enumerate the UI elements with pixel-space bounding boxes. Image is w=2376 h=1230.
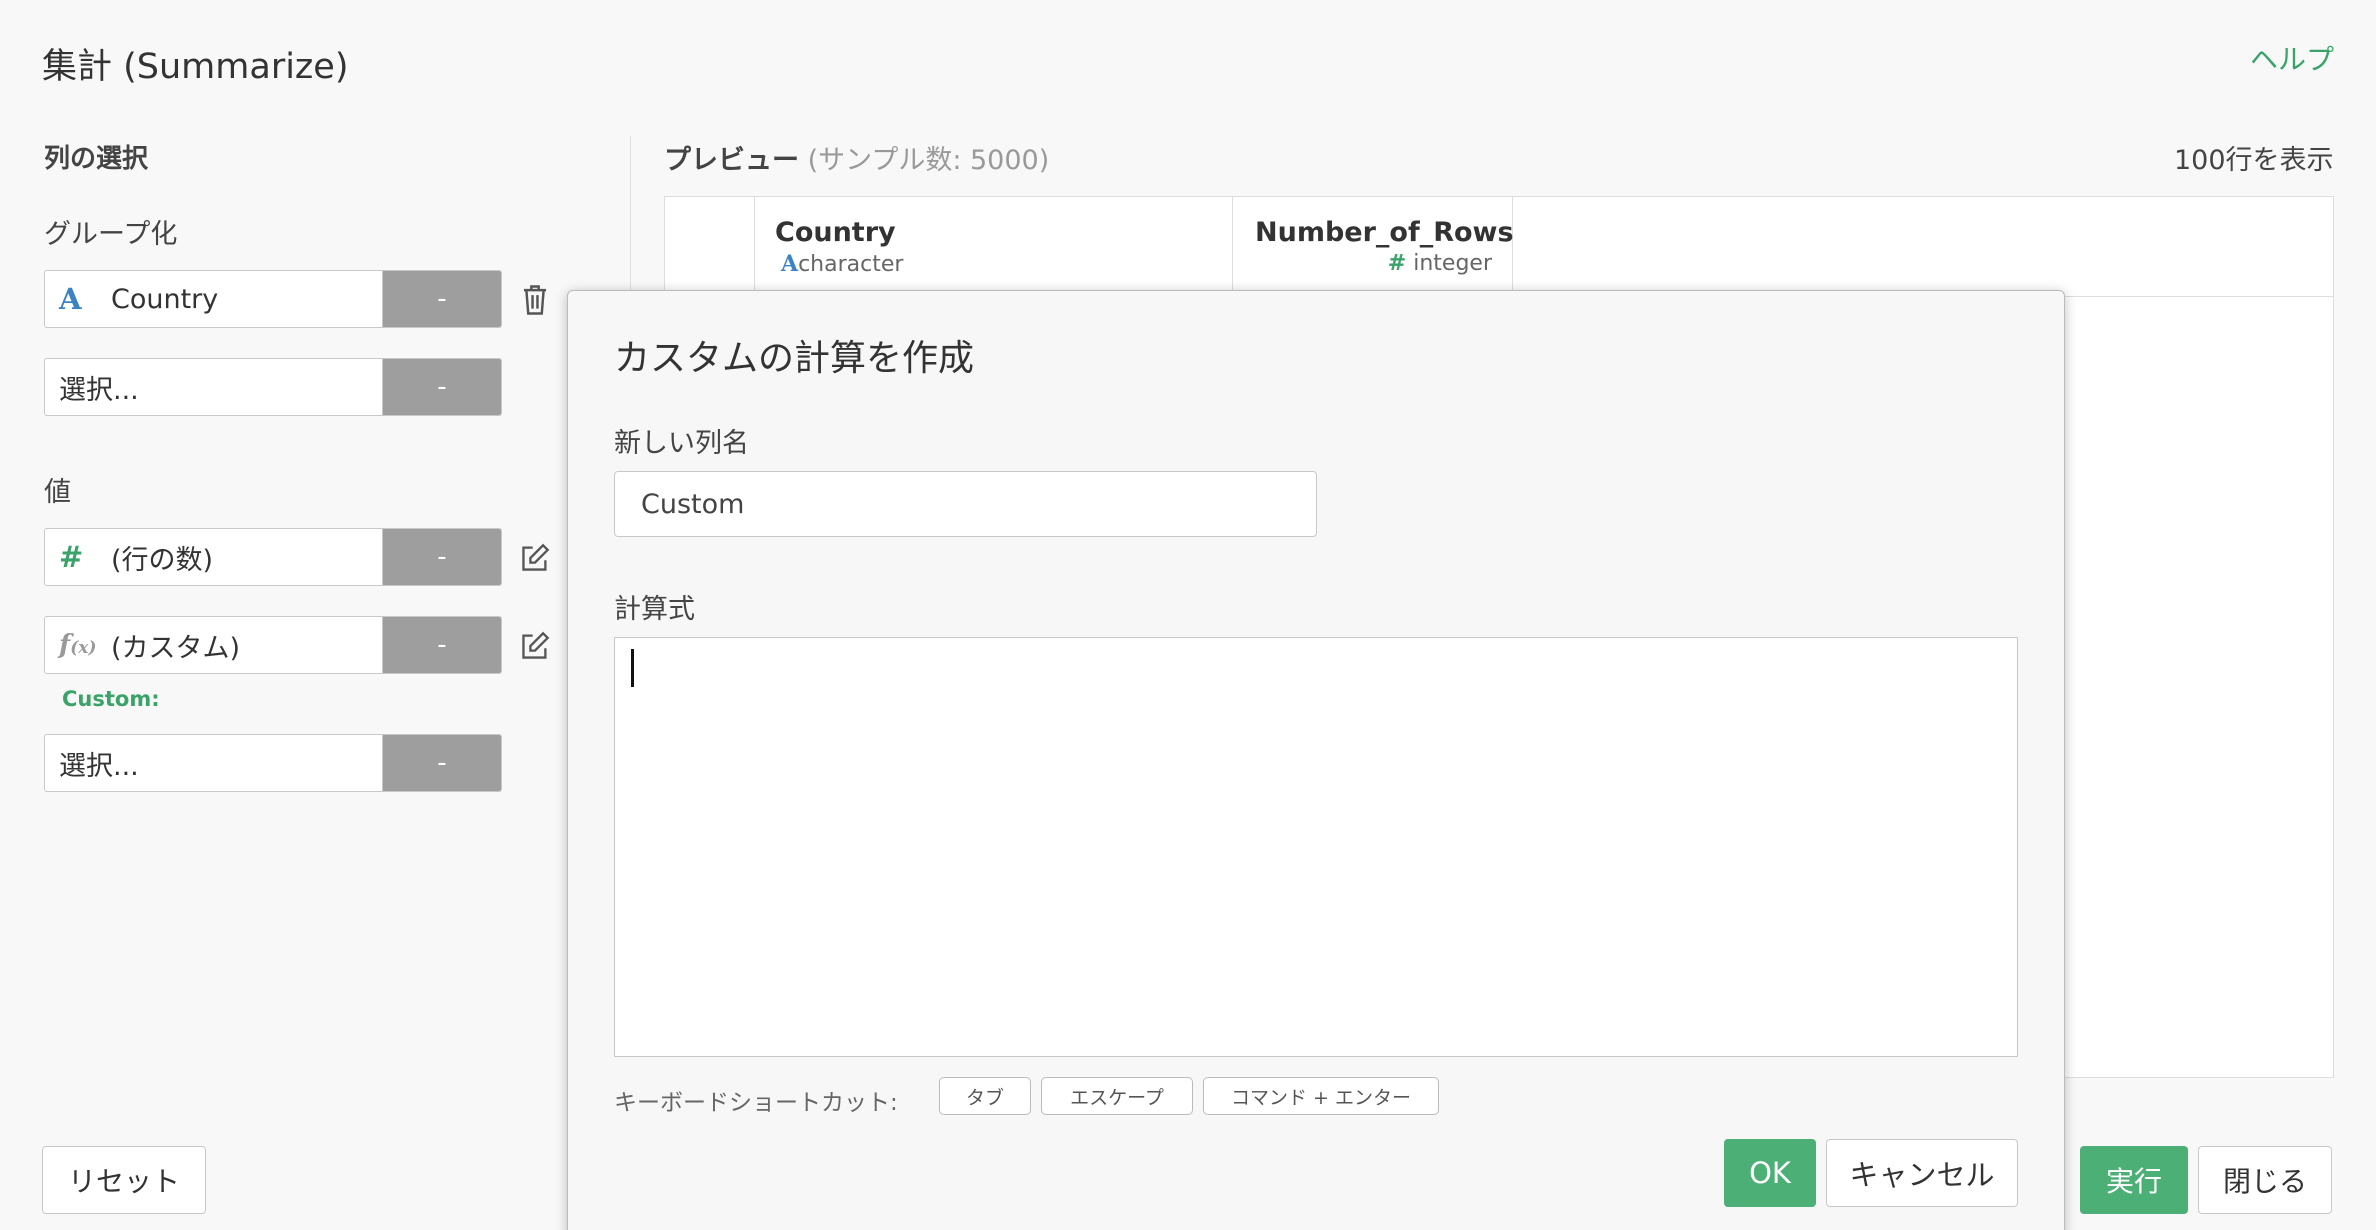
formula-label: 計算式 [614, 594, 695, 625]
ok-button[interactable]: OK [1724, 1139, 1816, 1207]
value-selector-custom-field[interactable]: f(x) (カスタム) [45, 617, 383, 673]
shortcut-command-enter-key: コマンド + エンター [1203, 1077, 1439, 1115]
preview-column-number-of-rows[interactable]: Number_of_Rows # integer [1233, 197, 1514, 297]
group-selector-label: Country [111, 283, 219, 315]
function-icon: f(x) [59, 630, 97, 660]
text-cursor [631, 649, 634, 687]
value-selector-row-count-field[interactable]: # (行の数) [45, 529, 383, 585]
preview-title: プレビュー (サンプル数: 5000) [664, 145, 1050, 176]
group-selector-empty-field[interactable]: 選択... [45, 359, 383, 415]
trash-icon[interactable] [520, 284, 550, 316]
reset-button[interactable]: リセット [42, 1146, 206, 1214]
value-selector-custom[interactable]: f(x) (カスタム) - [44, 616, 502, 674]
value-selector-row-count[interactable]: # (行の数) - [44, 528, 502, 586]
custom-value-label: Custom: [62, 687, 160, 711]
rows-display-selector[interactable]: 100行を表示 [2174, 138, 2334, 177]
group-by-title: グループ化 [44, 219, 178, 250]
group-selector-empty[interactable]: 選択... - [44, 358, 502, 416]
value-selector-empty[interactable]: 選択... - [44, 734, 502, 792]
dialog-title: カスタムの計算を作成 [614, 338, 975, 379]
value-selector-empty-minus-button[interactable]: - [383, 735, 501, 791]
page-title: 集計 (Summarize) [42, 47, 349, 87]
numeric-type-icon: # [59, 540, 84, 574]
value-selector-row-count-minus-button[interactable]: - [383, 529, 501, 585]
value-selector-empty-field[interactable]: 選択... [45, 735, 383, 791]
help-link[interactable]: ヘルプ [2250, 38, 2334, 78]
keyboard-shortcut-label: キーボードショートカット: [614, 1090, 898, 1116]
preview-sample-count: (サンプル数: 5000) [807, 145, 1050, 176]
shortcut-escape-key: エスケープ [1041, 1077, 1193, 1115]
formula-editor[interactable] [614, 637, 2018, 1057]
group-selector-country[interactable]: A Country - [44, 270, 502, 328]
value-selector-label: (行の数) [111, 544, 214, 576]
value-selector-custom-minus-button[interactable]: - [383, 617, 501, 673]
new-column-name-input[interactable] [614, 471, 1317, 537]
shortcut-tab-key: タブ [939, 1077, 1031, 1115]
group-selector-country-field[interactable]: A Country [45, 271, 383, 327]
run-button[interactable]: 実行 [2080, 1146, 2188, 1214]
column-type: Acharacter [781, 251, 904, 277]
column-name: Country [775, 217, 896, 248]
row-number-column [665, 197, 755, 297]
numeric-type-icon: # [1387, 251, 1407, 276]
close-button[interactable]: 閉じる [2198, 1146, 2332, 1214]
values-title: 値 [44, 477, 71, 508]
custom-calculation-dialog: カスタムの計算を作成 新しい列名 計算式 キーボードショートカット: タブ エス… [567, 290, 2065, 1230]
cancel-button[interactable]: キャンセル [1826, 1139, 2018, 1207]
column-type: # integer [1387, 251, 1492, 276]
preview-table-header: Country Acharacter Number_of_Rows # inte… [665, 197, 2333, 297]
group-selector-empty-minus-button[interactable]: - [383, 359, 501, 415]
column-name: Number_of_Rows [1255, 217, 1514, 248]
group-selector-minus-button[interactable]: - [383, 271, 501, 327]
edit-icon[interactable] [520, 542, 550, 574]
new-column-name-label: 新しい列名 [614, 428, 749, 459]
column-select-title: 列の選択 [44, 144, 149, 174]
preview-column-country[interactable]: Country Acharacter [755, 197, 1233, 297]
character-type-icon: A [59, 282, 82, 316]
character-type-icon: A [781, 251, 799, 277]
value-selector-label: (カスタム) [111, 632, 241, 664]
edit-icon[interactable] [520, 630, 550, 662]
